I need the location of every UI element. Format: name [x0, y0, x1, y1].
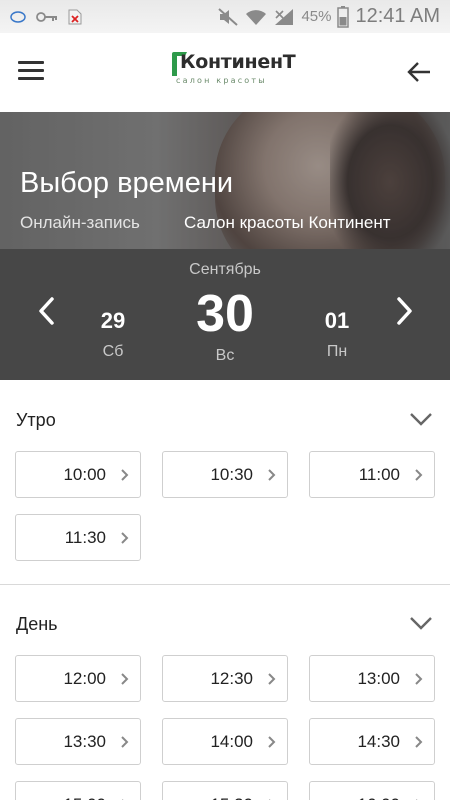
hamburger-icon-line	[18, 76, 44, 80]
app-bar: КонтиненТ салон красоты	[0, 33, 450, 112]
chevron-right-icon	[121, 736, 129, 748]
time-slot[interactable]: 15:30	[162, 781, 288, 800]
key-icon	[36, 11, 57, 22]
time-slot-label: 13:30	[63, 732, 106, 751]
hero-banner: Выбор времени Онлайн-запись Салон красот…	[0, 112, 450, 249]
next-date-weekday: Пн	[326, 343, 348, 360]
time-slot[interactable]: 14:00	[162, 718, 288, 765]
section-day-header[interactable]: День	[0, 604, 450, 644]
logo: КонтиненТ салон красоты	[170, 51, 296, 95]
time-slot[interactable]: 10:00	[15, 451, 141, 498]
chevron-right-icon	[415, 469, 423, 481]
section-day-title: День	[16, 614, 58, 634]
chevron-right-icon	[121, 673, 129, 685]
mute-icon	[218, 7, 239, 26]
time-slot-label: 15:00	[16, 795, 116, 800]
time-slot[interactable]: 11:00	[309, 451, 435, 498]
menu-button[interactable]	[18, 61, 44, 83]
file-error-icon	[68, 9, 82, 24]
battery-icon	[337, 5, 350, 28]
time-slot-label: 15:30	[163, 795, 263, 800]
clock: 12:41 AM	[355, 5, 440, 27]
month-label: Сентябрь	[189, 261, 261, 278]
time-slot[interactable]: 14:30	[309, 718, 435, 765]
current-date-weekday: Вс	[215, 347, 235, 364]
date-picker: Сентябрь 29 Сб 30 Вс 01 Пн	[0, 249, 450, 380]
battery-percent: 45%	[301, 8, 332, 25]
salon-name: Салон красоты Континент	[184, 213, 391, 232]
signal-icon	[275, 8, 294, 25]
section-morning-header[interactable]: Утро	[0, 400, 450, 440]
next-date[interactable]: 01 Пн	[312, 308, 362, 361]
logo-title: КонтиненТ	[180, 51, 296, 73]
time-slot[interactable]: 13:30	[15, 718, 141, 765]
time-slot-label: 10:00	[63, 465, 106, 484]
prev-date[interactable]: 29 Сб	[88, 308, 138, 361]
next-date-day: 01	[324, 308, 350, 333]
chevron-right-icon	[268, 673, 276, 685]
chevron-right-icon	[415, 673, 423, 685]
chevron-right-icon	[268, 469, 276, 481]
time-slot-label: 11:00	[358, 465, 400, 484]
chevron-right-icon	[121, 469, 129, 481]
time-slot-label: 12:00	[63, 669, 106, 688]
breadcrumb-online-booking: Онлайн-запись	[20, 213, 140, 232]
time-slot[interactable]: 12:30	[162, 655, 288, 702]
time-slot[interactable]: 15:00	[15, 781, 141, 800]
time-slot[interactable]: 11:30	[15, 514, 141, 561]
section-divider	[0, 584, 450, 585]
hamburger-icon	[18, 61, 44, 64]
time-slot[interactable]: 12:00	[15, 655, 141, 702]
chevron-right-icon	[121, 532, 129, 544]
logo-subtitle: салон красоты	[176, 76, 267, 85]
chevron-down-icon	[410, 617, 432, 630]
time-slot[interactable]: 16:00	[309, 781, 435, 800]
section-morning-title: Утро	[16, 410, 56, 430]
prev-date-day: 29	[100, 308, 126, 333]
current-date-day: 30	[196, 285, 254, 343]
time-slot[interactable]: 13:00	[309, 655, 435, 702]
next-date-chevron-icon[interactable]	[389, 291, 419, 331]
message-icon	[10, 10, 26, 23]
prev-date-chevron-icon[interactable]	[32, 291, 62, 331]
chevron-right-icon	[415, 736, 423, 748]
time-slot-label: 13:00	[357, 669, 400, 688]
chevron-right-icon	[268, 736, 276, 748]
current-date: 30 Вс	[180, 285, 270, 365]
chevron-down-icon	[410, 413, 432, 426]
time-slot-label: 12:30	[210, 669, 253, 688]
time-slot-label: 11:30	[64, 528, 106, 547]
wifi-icon	[246, 9, 267, 25]
page-title: Выбор времени	[20, 167, 234, 199]
time-slot[interactable]: 10:30	[162, 451, 288, 498]
prev-date-weekday: Сб	[102, 343, 124, 360]
hamburger-icon-line	[18, 68, 44, 72]
status-bar: 45% 12:41 AM	[0, 0, 450, 33]
time-slot-label: 16:00	[310, 795, 410, 800]
time-slot-label: 10:30	[210, 465, 253, 484]
back-arrow-icon[interactable]	[406, 59, 432, 85]
time-slot-label: 14:30	[357, 732, 400, 751]
time-slot-label: 14:00	[210, 732, 253, 751]
